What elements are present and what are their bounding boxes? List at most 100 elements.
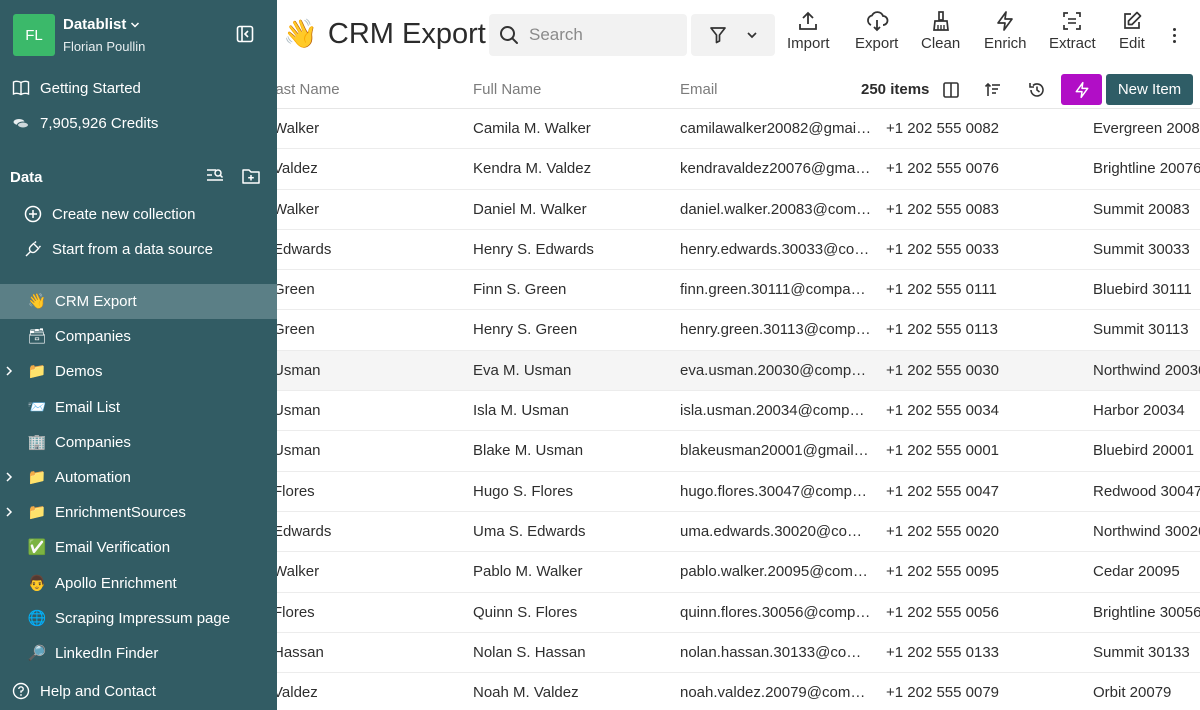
new-folder-icon[interactable] [241,166,261,186]
extract-button[interactable]: Extract [1049,10,1096,58]
cell-company[interactable]: Summit 20083 [1093,201,1200,218]
sidebar-collection-item[interactable]: 📁 Automation [0,460,277,495]
chevron-right-icon[interactable] [4,470,14,484]
edit-button[interactable]: Edit [1119,10,1145,58]
table-row[interactable]: Edwards Henry S. Edwards henry.edwards.300… [277,229,1200,271]
cell-company[interactable]: Northwind 20030 [1093,362,1200,379]
cell-full-name[interactable]: Henry S. Green [473,321,663,338]
cell-company[interactable]: Summit 30133 [1093,644,1200,661]
cell-phone[interactable]: +1 202 555 0030 [886,362,1076,379]
cell-email[interactable]: camilawalker20082@gmail.com [680,120,872,137]
columns-icon[interactable] [941,80,961,100]
cell-email[interactable]: henry.edwards.30033@company.com [680,241,872,258]
cell-phone[interactable]: +1 202 555 0082 [886,120,1076,137]
sidebar-collection-item[interactable]: 🗃 Companies [0,319,277,354]
cell-last-name[interactable]: Edwards [277,523,393,540]
cell-last-name[interactable]: Green [277,281,393,298]
cell-last-name[interactable]: Valdez [277,160,393,177]
create-collection-button[interactable]: Create new collection [24,202,195,226]
cell-email[interactable]: kendravaldez20076@gmail.com [680,160,872,177]
more-options-icon[interactable] [1167,22,1181,48]
cell-full-name[interactable]: Hugo S. Flores [473,483,663,500]
cell-last-name[interactable]: Green [277,321,393,338]
cell-phone[interactable]: +1 202 555 0083 [886,201,1076,218]
cell-email[interactable]: hugo.flores.30047@company.com [680,483,872,500]
cell-phone[interactable]: +1 202 555 0033 [886,241,1076,258]
table-row[interactable]: Hassan Nolan S. Hassan nolan.hassan.30133@… [277,632,1200,674]
cell-last-name[interactable]: Walker [277,201,393,218]
cell-email[interactable]: finn.green.30111@company.com [680,281,872,298]
sidebar-collection-item[interactable]: 📁 EnrichmentSources [0,495,277,530]
table-row[interactable]: Valdez Noah M. Valdez noah.valdez.20079@co… [277,673,1200,710]
column-full-name[interactable]: Full Name [473,81,541,98]
table-row[interactable]: Flores Quinn S. Flores quinn.flores.30056@… [277,592,1200,633]
cell-company[interactable]: Harbor 20034 [1093,402,1200,419]
cell-full-name[interactable]: Uma S. Edwards [473,523,663,540]
chevron-right-icon[interactable] [4,364,14,378]
cell-email[interactable]: blakeusman20001@gmail.com [680,442,872,459]
cell-email[interactable]: eva.usman.20030@company.com [680,362,872,379]
cell-full-name[interactable]: Eva M. Usman [473,362,663,379]
cell-phone[interactable]: +1 202 555 0113 [886,321,1076,338]
cell-email[interactable]: nolan.hassan.30133@company.com [680,644,872,661]
cell-email[interactable]: pablo.walker.20095@company.com [680,563,872,580]
page-title[interactable]: CRM Export [328,18,486,51]
sidebar-collection-item[interactable]: 📁 Demos [0,354,277,389]
new-item-button[interactable]: New Item [1106,74,1193,105]
table-row[interactable]: Walker Camila M. Walker camilawalker20082@… [277,109,1200,150]
cell-email[interactable]: uma.edwards.30020@company.com [680,523,872,540]
cell-email[interactable]: isla.usman.20034@company.com [680,402,872,419]
cell-company[interactable]: Summit 30033 [1093,241,1200,258]
cell-last-name[interactable]: Walker [277,563,393,580]
cell-phone[interactable]: +1 202 555 0095 [886,563,1076,580]
collapse-sidebar-icon[interactable] [235,24,255,44]
cell-phone[interactable]: +1 202 555 0111 [886,281,1076,298]
cell-full-name[interactable]: Blake M. Usman [473,442,663,459]
column-last-name[interactable]: Last Name [277,81,340,98]
sidebar-collection-item[interactable]: 🌐 Scraping Impressum page [0,601,277,636]
cell-full-name[interactable]: Nolan S. Hassan [473,644,663,661]
cell-email[interactable]: noah.valdez.20079@company.com [680,684,872,701]
search-collections-icon[interactable] [205,166,225,186]
cell-phone[interactable]: +1 202 555 0020 [886,523,1076,540]
cell-company[interactable]: Redwood 30047 [1093,483,1200,500]
export-button[interactable]: Export [855,10,898,58]
enrich-bolt-button[interactable] [1061,74,1102,105]
search-box[interactable] [489,14,687,56]
cell-company[interactable]: Northwind 30020 [1093,523,1200,540]
credits-link[interactable]: 7,905,926 Credits [12,111,158,135]
cell-full-name[interactable]: Noah M. Valdez [473,684,663,701]
cell-last-name[interactable]: Edwards [277,241,393,258]
filter-button[interactable] [691,14,775,56]
cell-phone[interactable]: +1 202 555 0079 [886,684,1076,701]
column-email[interactable]: Email [680,81,718,98]
sort-icon[interactable] [983,80,1003,100]
cell-company[interactable]: Bluebird 20001 [1093,442,1200,459]
cell-company[interactable]: Cedar 20095 [1093,563,1200,580]
table-row[interactable]: Green Henry S. Green henry.green.30113@com… [277,310,1200,351]
cell-email[interactable]: quinn.flores.30056@company.com [680,604,872,621]
cell-company[interactable]: Summit 30113 [1093,321,1200,338]
cell-full-name[interactable]: Camila M. Walker [473,120,663,137]
help-contact-link[interactable]: Help and Contact [12,682,156,700]
cell-company[interactable]: Brightline 30056 [1093,604,1200,621]
cell-company[interactable]: Evergreen 20082 [1093,120,1200,137]
cell-email[interactable]: henry.green.30113@company.com [680,321,872,338]
sidebar-collection-item[interactable]: ✅ Email Verification [0,530,277,565]
cell-full-name[interactable]: Henry S. Edwards [473,241,663,258]
cell-last-name[interactable]: Flores [277,604,393,621]
cell-phone[interactable]: +1 202 555 0076 [886,160,1076,177]
import-button[interactable]: Import [787,10,830,58]
table-row[interactable]: Valdez Kendra M. Valdez kendravaldez20076@… [277,149,1200,190]
cell-full-name[interactable]: Isla M. Usman [473,402,663,419]
cell-phone[interactable]: +1 202 555 0133 [886,644,1076,661]
cell-last-name[interactable]: Usman [277,442,393,459]
sidebar-collection-item[interactable]: 🔎 LinkedIn Finder [0,636,277,671]
clean-button[interactable]: Clean [921,10,960,58]
cell-last-name[interactable]: Walker [277,120,393,137]
cell-company[interactable]: Orbit 20079 [1093,684,1200,701]
cell-last-name[interactable]: Flores [277,483,393,500]
sidebar-collection-item[interactable]: 👨 Apollo Enrichment [0,566,277,601]
table-row[interactable]: Usman Blake M. Usman blakeusman20001@gmail… [277,431,1200,472]
table-row[interactable]: Walker Pablo M. Walker pablo.walker.20095@… [277,552,1200,593]
